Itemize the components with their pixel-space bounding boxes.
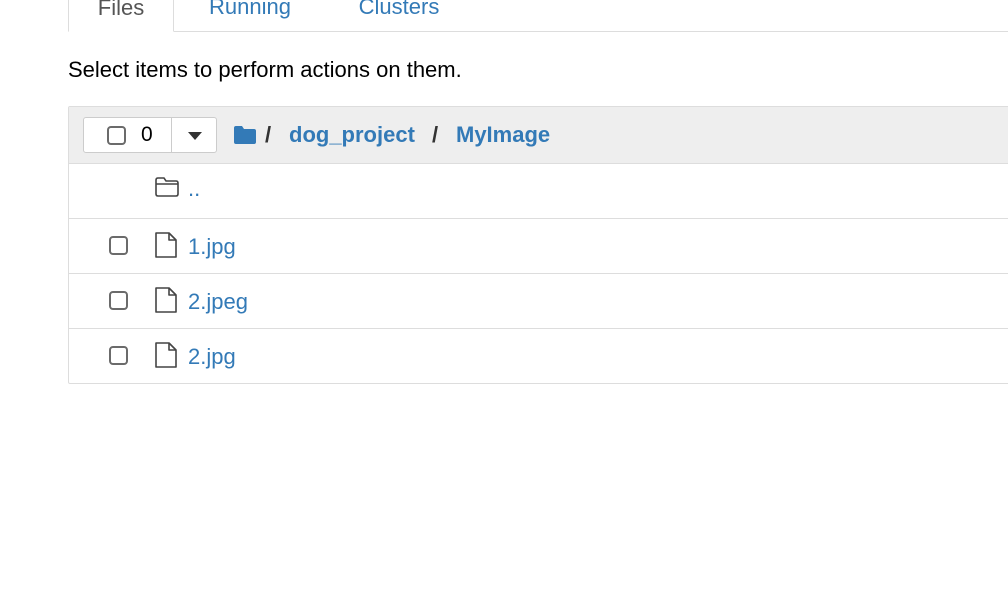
row-checkbox[interactable]: [109, 236, 128, 255]
tab-running[interactable]: Running: [205, 0, 295, 31]
select-all-button[interactable]: 0: [84, 118, 172, 152]
tab-clusters[interactable]: Clusters: [354, 0, 444, 31]
row-checkbox[interactable]: [109, 346, 128, 365]
breadcrumb-home-folder-icon[interactable]: [233, 124, 257, 152]
list-item[interactable]: 1.jpg: [69, 219, 1008, 274]
tab-bar: Files Running Clusters: [68, 0, 1008, 32]
file-name-link[interactable]: 2.jpg: [188, 344, 236, 370]
list-item[interactable]: 2.jpg: [69, 329, 1008, 383]
selection-button-group: 0: [83, 117, 217, 153]
list-item[interactable]: ..: [69, 164, 1008, 219]
file-name-link[interactable]: 2.jpeg: [188, 289, 248, 315]
file-icon: [154, 286, 178, 319]
file-icon: [154, 341, 178, 374]
selection-hint: Select items to perform actions on them.: [68, 57, 462, 82]
file-list: 0 / dog_project / MyImage .. 1.jpg 2.jpe…: [68, 106, 1008, 384]
breadcrumb-item-myimage[interactable]: MyImage: [456, 121, 550, 149]
file-icon: [154, 231, 178, 264]
tab-files[interactable]: Files: [68, 0, 174, 32]
file-name-link[interactable]: 1.jpg: [188, 234, 236, 260]
breadcrumb-item-dog-project[interactable]: dog_project: [289, 121, 415, 149]
breadcrumb-separator: /: [265, 122, 272, 147]
caret-down-icon: [188, 132, 202, 140]
selected-count: 0: [141, 123, 153, 146]
file-list-header: 0 / dog_project / MyImage: [69, 107, 1008, 164]
folder-icon: [154, 176, 180, 203]
breadcrumb-separator: /: [432, 122, 439, 147]
row-checkbox[interactable]: [109, 291, 128, 310]
selection-dropdown-button[interactable]: [172, 118, 216, 152]
select-all-checkbox[interactable]: [107, 126, 126, 145]
list-item[interactable]: 2.jpeg: [69, 274, 1008, 329]
file-name-link[interactable]: ..: [188, 176, 200, 202]
